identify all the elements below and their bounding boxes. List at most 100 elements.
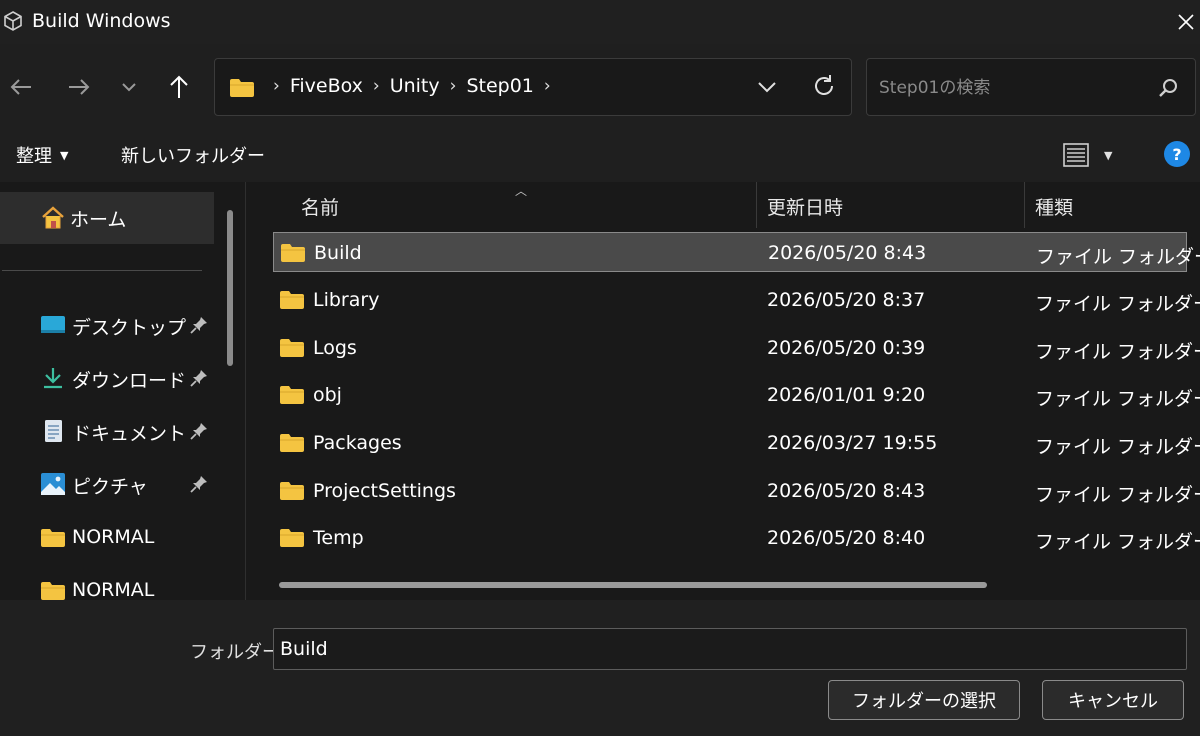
sidebar-item-label: デスクトップ [72, 317, 187, 339]
breadcrumb-item[interactable]: FiveBox [290, 75, 363, 97]
file-modified: 2026/03/27 19:55 [767, 432, 938, 454]
window-title: Build Windows [32, 10, 171, 32]
table-row[interactable]: Library 2026/05/20 8:37 ファイル フォルダー [273, 280, 1200, 320]
pin-icon[interactable] [190, 475, 208, 493]
folder-field-label: フォルダー: [190, 642, 287, 663]
breadcrumb-separator[interactable]: › [544, 76, 551, 96]
horizontal-scrollbar[interactable] [279, 582, 987, 588]
address-bar[interactable]: › FiveBox › Unity › Step01 › [214, 58, 852, 116]
close-button[interactable] [1172, 6, 1200, 38]
folder-icon [280, 529, 304, 547]
column-header-name[interactable]: 名前 [301, 182, 751, 230]
breadcrumb-separator[interactable]: › [373, 76, 380, 96]
file-modified: 2026/05/20 8:43 [767, 480, 926, 502]
table-row[interactable]: Build 2026/05/20 8:43 ファイル フォルダー [273, 232, 1200, 272]
folder-icon [280, 482, 304, 500]
organize-label: 整理 [16, 146, 52, 167]
search-icon[interactable] [1157, 77, 1179, 99]
file-type: ファイル フォルダー [1036, 246, 1200, 268]
unity-cube-icon [4, 11, 22, 31]
sidebar-item-documents[interactable]: ドキュメント [0, 408, 214, 454]
file-name: Packages [313, 432, 402, 454]
help-icon: ? [1172, 144, 1182, 164]
sidebar-item-label: NORMAL [72, 526, 155, 548]
sidebar-item-desktop[interactable]: デスクトップ [0, 302, 214, 348]
file-type: ファイル フォルダー [1035, 531, 1200, 553]
sidebar-item-label: ピクチャ [72, 476, 148, 498]
organize-button[interactable]: 整理 ▼ [16, 142, 68, 168]
breadcrumb-separator[interactable]: › [450, 76, 457, 96]
pin-icon[interactable] [190, 369, 208, 387]
file-type: ファイル フォルダー [1035, 341, 1200, 363]
table-row[interactable]: Packages 2026/03/27 19:55 ファイル フォルダー [273, 423, 1200, 463]
column-header-label: 種類 [1035, 196, 1074, 219]
breadcrumb: › FiveBox › Unity › Step01 › [263, 75, 561, 97]
arrow-right-icon [69, 79, 90, 95]
sidebar-item-label: ドキュメント [72, 423, 187, 445]
column-header-label: 名前 [301, 196, 340, 219]
file-modified: 2026/05/20 8:43 [768, 242, 927, 264]
chevron-down-icon [122, 83, 136, 92]
file-type: ファイル フォルダー [1035, 436, 1200, 458]
sidebar-item-normal[interactable]: NORMAL [0, 515, 214, 561]
folder-icon [41, 529, 65, 547]
new-folder-button[interactable]: 新しいフォルダー [121, 142, 265, 168]
file-modified: 2026/05/20 0:39 [767, 337, 926, 359]
table-row[interactable]: Logs 2026/05/20 0:39 ファイル フォルダー [273, 328, 1200, 368]
search-input[interactable] [879, 75, 1149, 101]
folder-icon [280, 339, 304, 357]
new-folder-label: 新しいフォルダー [121, 146, 265, 167]
help-button[interactable]: ? [1164, 141, 1190, 167]
pin-icon[interactable] [190, 316, 208, 334]
sidebar-scrollbar[interactable] [227, 210, 233, 366]
recent-locations-button[interactable] [112, 70, 146, 104]
folder-icon [230, 79, 254, 97]
arrow-left-icon [10, 79, 31, 95]
column-divider[interactable] [756, 182, 757, 228]
column-divider[interactable] [1024, 182, 1025, 228]
file-name: ProjectSettings [313, 480, 456, 502]
folder-icon [280, 291, 304, 309]
file-name: Library [313, 289, 380, 311]
file-type: ファイル フォルダー [1035, 484, 1200, 506]
column-header-type[interactable]: 種類 [1035, 182, 1195, 230]
breadcrumb-separator[interactable]: › [273, 76, 280, 96]
command-bar: 整理 ▼ 新しいフォルダー ▼ ? [0, 128, 1200, 182]
desktop-icon [41, 316, 65, 333]
back-button[interactable] [4, 70, 38, 104]
navigation-bar: › FiveBox › Unity › Step01 › [0, 44, 1200, 128]
chevron-down-icon[interactable] [755, 75, 779, 99]
cancel-button[interactable]: キャンセル [1042, 680, 1184, 720]
navigation-pane: ホーム デスクトップ ダウンロード ドキュメント ピクチャ NORMAL NOR… [0, 182, 246, 601]
column-header-label: 更新日時 [767, 196, 844, 219]
table-row[interactable]: obj 2026/01/01 9:20 ファイル フォルダー [273, 375, 1200, 415]
file-modified: 2026/05/20 8:37 [767, 289, 926, 311]
folder-input[interactable] [273, 628, 1187, 670]
sidebar-item-downloads[interactable]: ダウンロード [0, 355, 214, 401]
divider [2, 270, 202, 271]
select-folder-button[interactable]: フォルダーの選択 [828, 680, 1020, 720]
refresh-icon[interactable] [811, 73, 837, 99]
table-row[interactable]: ProjectSettings 2026/05/20 8:43 ファイル フォル… [273, 471, 1200, 511]
breadcrumb-item[interactable]: Step01 [466, 75, 533, 97]
sidebar-item-pictures[interactable]: ピクチャ [0, 461, 214, 507]
file-list: ︿ 名前 更新日時 種類 Build 2026/05/20 8:43 ファイル … [247, 182, 1200, 600]
pin-icon[interactable] [190, 422, 208, 440]
sidebar-item-label: ダウンロード [72, 370, 187, 392]
details-view-icon [1063, 143, 1089, 167]
up-button[interactable] [162, 70, 196, 104]
file-modified: 2026/01/01 9:20 [767, 384, 926, 406]
folder-icon [280, 434, 304, 452]
search-box [866, 58, 1196, 116]
arrow-up-icon [170, 75, 188, 98]
download-icon [44, 368, 62, 389]
forward-button[interactable] [62, 70, 96, 104]
column-header-modified[interactable]: 更新日時 [767, 182, 1017, 230]
sidebar-item-home[interactable]: ホーム [0, 192, 214, 244]
breadcrumb-item[interactable]: Unity [390, 75, 440, 97]
document-icon [45, 420, 62, 442]
caret-down-icon: ▼ [60, 148, 69, 162]
table-row[interactable]: Temp 2026/05/20 8:40 ファイル フォルダー [273, 518, 1200, 558]
view-options-button[interactable]: ▼ [1062, 140, 1122, 170]
dialog-footer: フォルダー: フォルダーの選択 キャンセル [0, 600, 1200, 736]
